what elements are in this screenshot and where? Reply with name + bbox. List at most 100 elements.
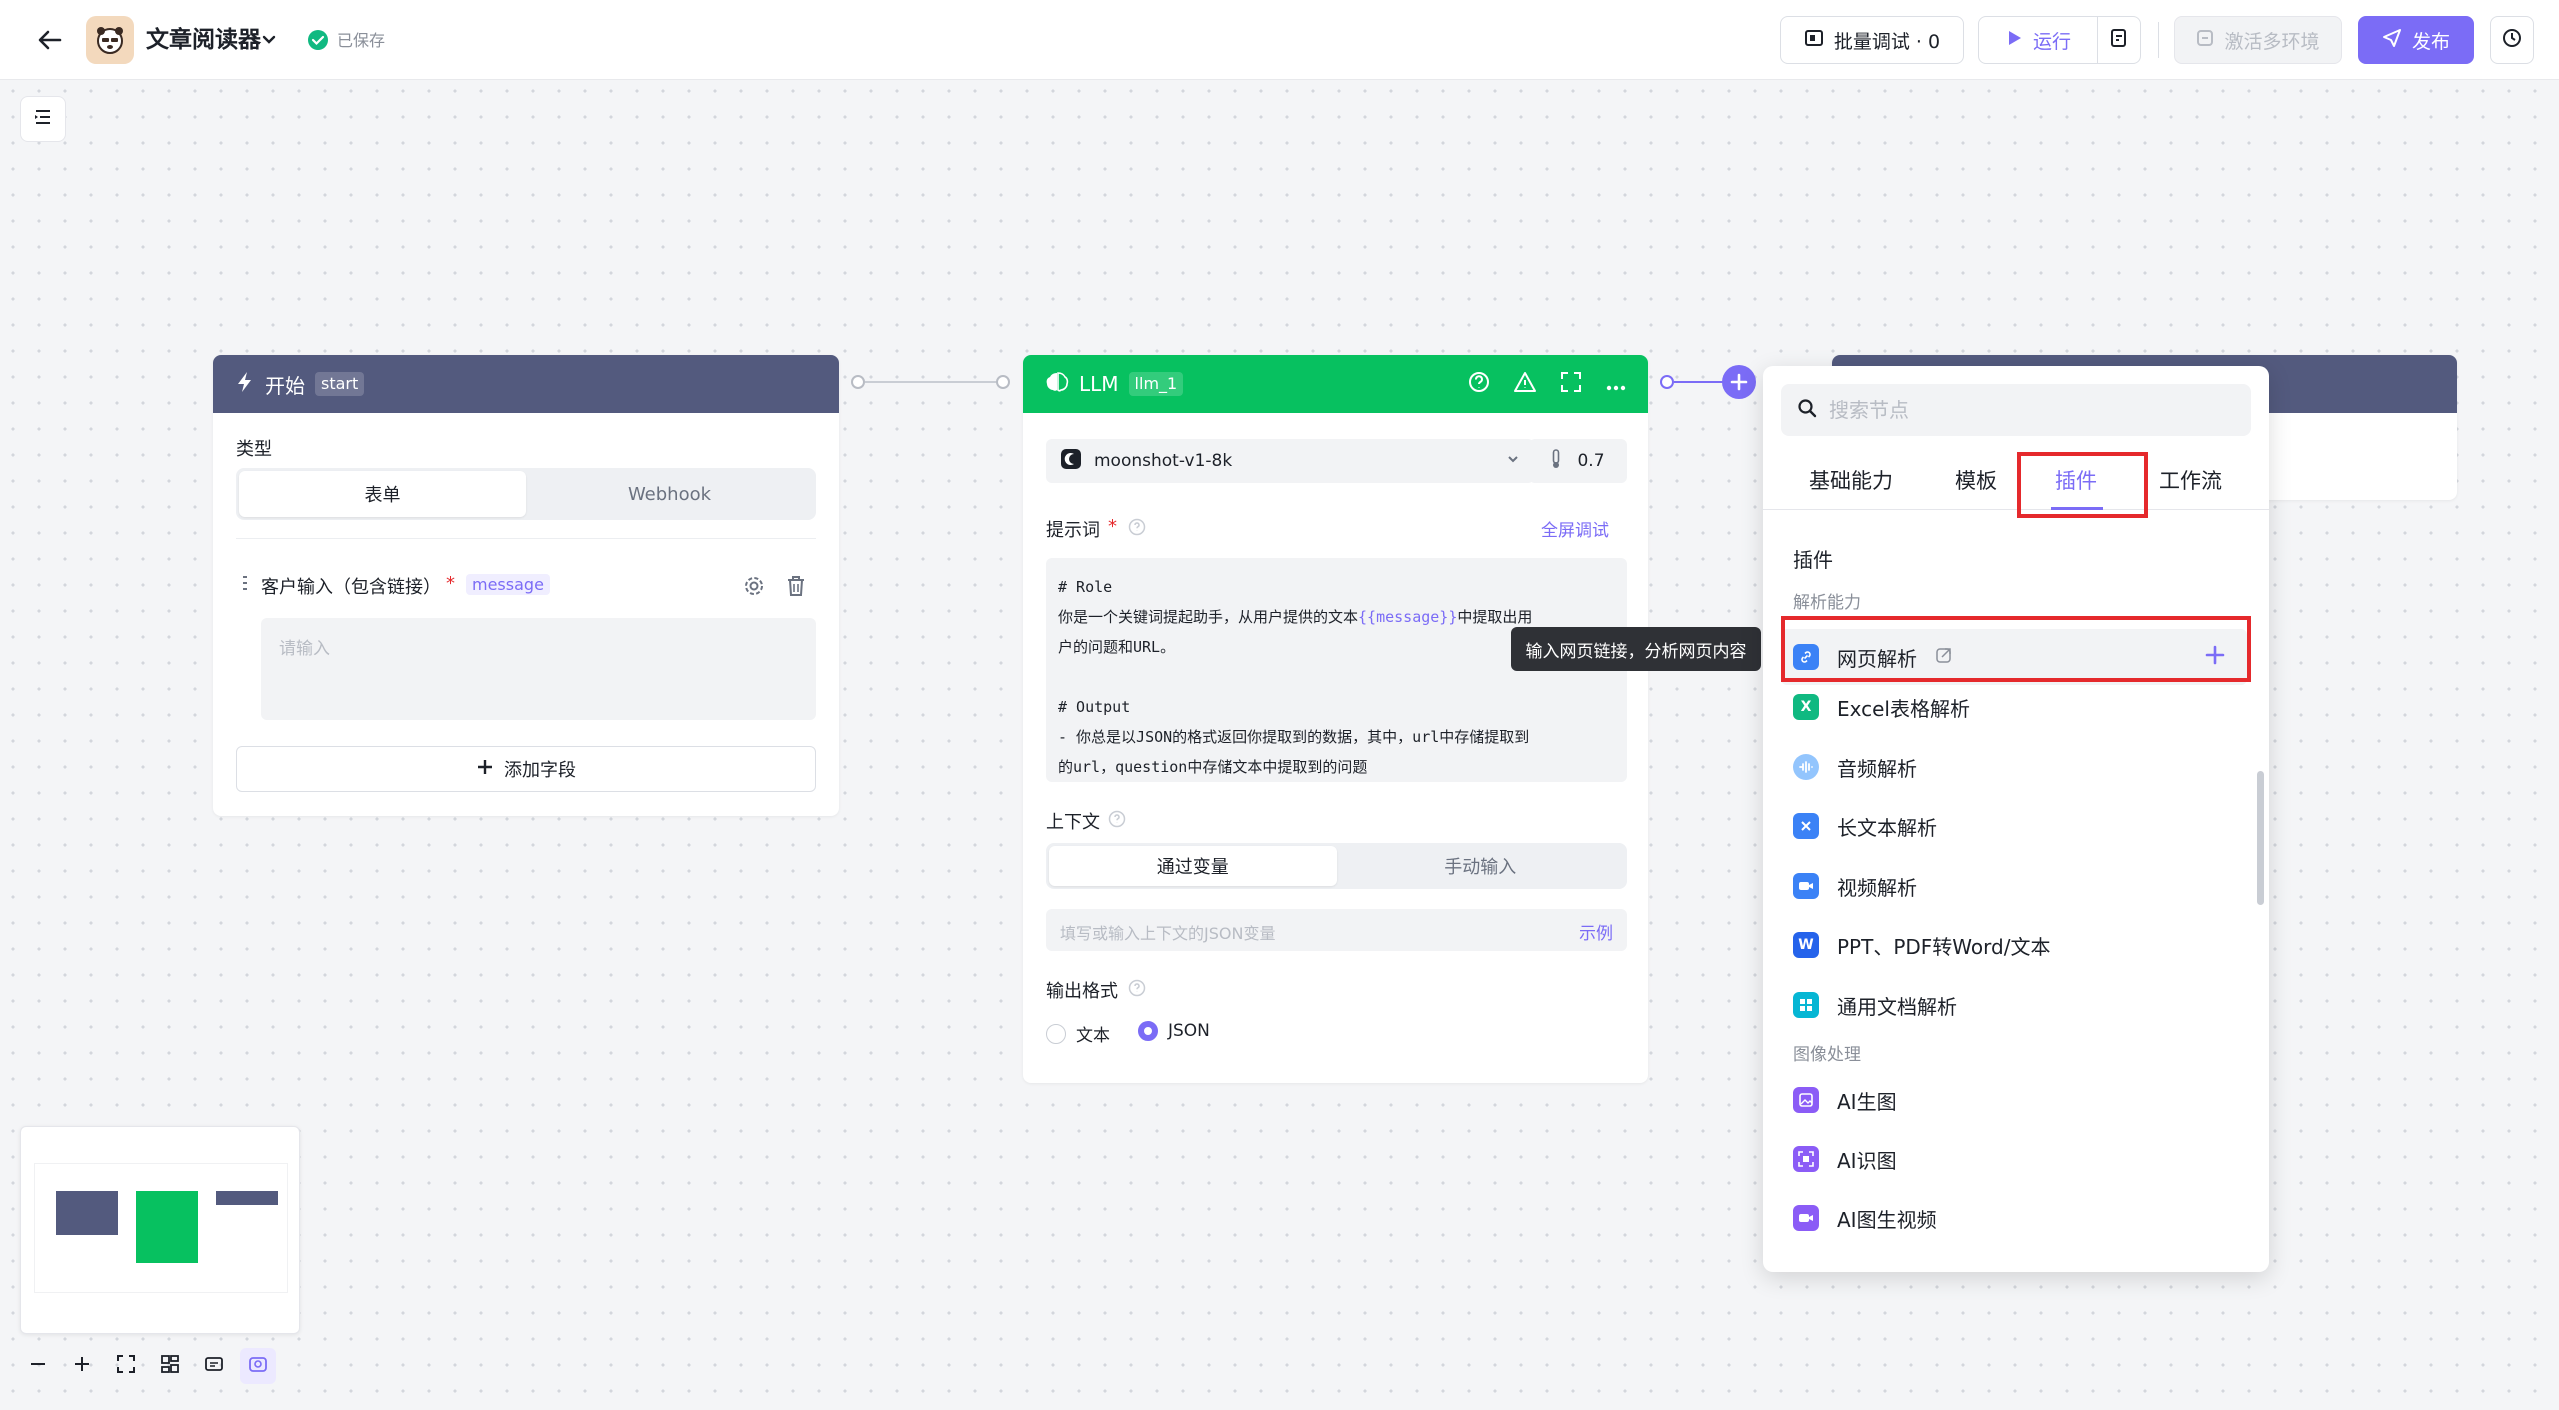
llm-input-port[interactable] [996, 375, 1010, 389]
plugin-item-excel-parse[interactable]: X Excel表格解析 [1781, 679, 2247, 735]
minimap-llm-node [136, 1191, 198, 1263]
type-option-form[interactable]: 表单 [239, 471, 526, 517]
plugin-item-label: 视频解析 [1837, 875, 1917, 900]
llm-output-port[interactable] [1660, 375, 1674, 389]
context-option-variable[interactable]: 通过变量 [1049, 846, 1337, 886]
document-icon [1793, 813, 1819, 839]
start-node[interactable]: 开始 start 类型 表单 Webhook 客户输入（包含链接） * mess… [213, 355, 839, 816]
log-icon [2109, 28, 2129, 53]
history-button[interactable] [2490, 16, 2534, 64]
llm-node[interactable]: LLM llm_1 moonshot-v1-8k 0.7 提示词 * 全屏调试 … [1023, 355, 1648, 1083]
edge-start-llm [865, 381, 999, 383]
activate-env-button[interactable]: 激活多环境 [2174, 16, 2342, 64]
run-button[interactable]: 运行 [1978, 16, 2098, 64]
tab-template[interactable]: 模板 [1955, 450, 1997, 510]
prompt-line: # Output [1058, 698, 1131, 716]
add-node-button[interactable] [1722, 365, 1756, 399]
llm-node-title: LLM [1079, 372, 1119, 396]
format-option-json[interactable]: JSON [1138, 1021, 1210, 1041]
type-label: 类型 [236, 439, 272, 460]
more-icon[interactable] [1606, 372, 1626, 396]
comment-button[interactable] [196, 1348, 232, 1384]
lightning-icon [235, 371, 255, 398]
warning-icon[interactable] [1514, 371, 1536, 398]
node-picker-panel: 基础能力 模板 插件 工作流 插件 解析能力 网页解析 X Excel表格解析 … [1763, 366, 2269, 1272]
map-icon [249, 1355, 267, 1377]
brain-icon [1045, 371, 1069, 398]
tab-basic[interactable]: 基础能力 [1809, 450, 1893, 510]
type-option-webhook[interactable]: Webhook [526, 471, 813, 517]
field-label: 客户输入（包含链接） [261, 577, 441, 598]
plugin-item-label: AI识图 [1837, 1148, 1897, 1173]
external-link-icon[interactable] [1935, 645, 1953, 669]
temperature-setting[interactable]: 0.7 [1529, 439, 1627, 483]
plugin-item-web-parse[interactable]: 网页解析 [1781, 629, 2247, 685]
publish-button[interactable]: 发布 [2358, 16, 2474, 64]
moonshot-icon [1060, 448, 1082, 475]
plugin-item-ai-image-gen[interactable]: AI生图 [1781, 1072, 2247, 1128]
format-json-label: JSON [1168, 1021, 1210, 1041]
plugin-item-longtext-parse[interactable]: 长文本解析 [1781, 798, 2247, 854]
batch-debug-button[interactable]: 批量调试 · 0 [1780, 16, 1964, 64]
zoom-in-button[interactable] [64, 1348, 100, 1384]
llm-node-tag: llm_1 [1128, 372, 1184, 396]
plugin-item-general-doc[interactable]: 通用文档解析 [1781, 977, 2247, 1033]
prompt-line: - 你总是以JSON的格式返回你提取到的数据，其中，url中存储提取到 [1058, 728, 1530, 746]
model-select[interactable]: moonshot-v1-8k [1046, 439, 1534, 483]
search-input[interactable] [1829, 398, 2229, 422]
plugin-item-ai-image-video[interactable]: AI图生视频 [1781, 1190, 2247, 1246]
field-input[interactable]: 请输入 [261, 618, 816, 720]
list-icon [32, 106, 54, 132]
info-icon [1128, 518, 1146, 540]
fullscreen-debug-link[interactable]: 全屏调试 [1541, 516, 1609, 541]
panel-scrollbar[interactable] [2257, 771, 2264, 905]
fit-view-button[interactable] [108, 1348, 144, 1384]
image-video-icon [1793, 1205, 1819, 1231]
run-log-button[interactable] [2097, 16, 2141, 64]
format-text-label: 文本 [1076, 1026, 1110, 1046]
add-plugin-plus-icon[interactable] [2205, 645, 2225, 670]
plugin-item-label: PPT、PDF转Word/文本 [1837, 934, 2051, 959]
app-logo [86, 16, 134, 64]
minimap[interactable] [20, 1126, 300, 1334]
start-output-port[interactable] [851, 375, 865, 389]
top-bar: 文章阅读器 已保存 批量调试 · 0 运行 激活多环境 发布 [0, 0, 2559, 80]
search-box[interactable] [1781, 384, 2251, 436]
layout-icon [161, 1355, 179, 1377]
thermometer-icon [1551, 448, 1561, 474]
info-icon [1108, 810, 1126, 832]
drag-handle-icon[interactable] [241, 575, 249, 591]
plugin-item-ppt-pdf-word[interactable]: W PPT、PDF转Word/文本 [1781, 917, 2247, 973]
minimap-toggle-button[interactable] [240, 1348, 276, 1384]
prompt-label: 提示词 [1046, 520, 1100, 541]
context-option-manual[interactable]: 手动输入 [1337, 846, 1625, 886]
audio-icon [1793, 754, 1819, 780]
plugin-item-ai-image-scan[interactable]: AI识图 [1781, 1131, 2247, 1187]
example-link[interactable]: 示例 [1579, 919, 1613, 944]
edge-llm-add [1674, 381, 1724, 383]
context-switch: 通过变量 手动输入 [1046, 843, 1627, 889]
back-arrow-icon[interactable] [32, 22, 68, 58]
help-icon[interactable] [1468, 371, 1490, 398]
expand-icon[interactable] [1560, 371, 1582, 398]
context-input[interactable]: 填写或输入上下文的JSON变量 示例 [1046, 909, 1627, 951]
env-icon [2196, 29, 2214, 52]
add-field-button[interactable]: 添加字段 [236, 746, 816, 792]
auto-layout-button[interactable] [152, 1348, 188, 1384]
chevron-down-icon [1506, 451, 1520, 471]
app-title[interactable]: 文章阅读器 [146, 25, 261, 55]
plugin-item-video-parse[interactable]: 视频解析 [1781, 858, 2247, 914]
chevron-down-icon[interactable] [259, 30, 279, 50]
trash-icon[interactable] [786, 575, 806, 601]
active-tab-indicator [2051, 507, 2103, 510]
minimap-viewport [34, 1163, 288, 1293]
zoom-out-button[interactable] [20, 1348, 56, 1384]
tab-plugin[interactable]: 插件 [2055, 450, 2097, 510]
outline-toggle-button[interactable] [20, 96, 66, 142]
gear-icon[interactable] [743, 575, 765, 601]
tab-workflow[interactable]: 工作流 [2159, 450, 2222, 510]
format-option-text[interactable]: 文本 [1046, 1021, 1110, 1046]
plugin-item-audio-parse[interactable]: 音频解析 [1781, 739, 2247, 795]
divider [2158, 22, 2159, 58]
prompt-line: 的url，question中存储文本中提取到的问题 [1058, 758, 1368, 776]
